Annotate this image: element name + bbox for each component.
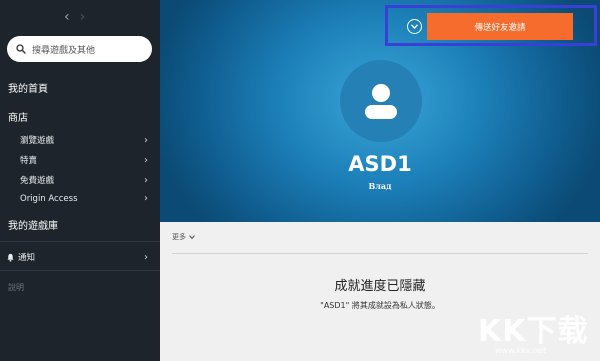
content-divider xyxy=(172,253,588,254)
sidebar-item-home[interactable]: 我的首頁 xyxy=(8,80,48,95)
search-icon xyxy=(16,44,26,54)
sidebar-item-help[interactable]: 說明 xyxy=(8,282,24,293)
user-avatar-icon xyxy=(365,84,397,119)
search-placeholder: 搜尋遊戲及其他 xyxy=(32,45,96,56)
chevron-right-icon: › xyxy=(144,193,148,204)
chevron-down-icon xyxy=(189,235,195,239)
chevron-right-icon: › xyxy=(144,251,148,263)
sidebar-item-library[interactable]: 我的遊戲庫 xyxy=(8,217,58,232)
sidebar-item-label: 特賣 xyxy=(20,156,38,166)
watermark-logo: KK下载 xyxy=(478,314,589,349)
search-input[interactable]: 搜尋遊戲及其他 xyxy=(7,36,152,62)
history-nav: ‹ › xyxy=(64,10,85,24)
profile-username: ASD1 xyxy=(348,152,412,176)
watermark-url: www.kkx.net xyxy=(495,346,547,355)
sidebar-divider xyxy=(0,270,160,271)
back-arrow-icon[interactable]: ‹ xyxy=(64,10,70,24)
profile-hero: 傳送好友邀請 ASD1 Влад xyxy=(160,0,600,222)
sidebar-divider xyxy=(0,241,160,242)
avatar xyxy=(340,60,422,142)
sidebar-item-label: 瀏覽遊戲 xyxy=(20,136,55,146)
profile-options-button[interactable] xyxy=(407,19,422,34)
sidebar-item-store[interactable]: 商店 xyxy=(8,109,28,124)
sidebar-item-notifications[interactable]: 通知 › xyxy=(6,251,148,263)
sidebar-item-origin-access[interactable]: Origin Access › xyxy=(20,193,148,204)
sidebar-item-label: Origin Access xyxy=(20,193,78,204)
chevron-down-icon xyxy=(411,24,418,29)
send-friend-request-button[interactable]: 傳送好友邀請 xyxy=(427,13,573,40)
sidebar-item-label: 免費遊戲 xyxy=(20,176,55,186)
profile-realname: Влад xyxy=(368,181,392,191)
sidebar-item-free-games[interactable]: 免費遊戲 › xyxy=(20,174,148,187)
chevron-right-icon: › xyxy=(144,154,148,166)
chevron-right-icon: › xyxy=(144,174,148,186)
sidebar-item-browse-games[interactable]: 瀏覽遊戲 › xyxy=(20,134,148,147)
more-dropdown[interactable]: 更多 xyxy=(172,232,195,242)
sidebar-item-deals[interactable]: 特賣 › xyxy=(20,154,148,167)
sidebar: ‹ › 搜尋遊戲及其他 我的首頁 商店 瀏覽遊戲 › 特賣 › 免費遊戲 › O… xyxy=(0,0,160,361)
achievements-title: 成就進度已隱藏 xyxy=(334,279,426,294)
more-label: 更多 xyxy=(172,233,186,241)
bell-icon xyxy=(7,253,14,262)
forward-arrow-icon[interactable]: › xyxy=(80,10,86,24)
chevron-right-icon: › xyxy=(144,134,148,146)
sidebar-item-label: 通知 xyxy=(18,253,36,263)
